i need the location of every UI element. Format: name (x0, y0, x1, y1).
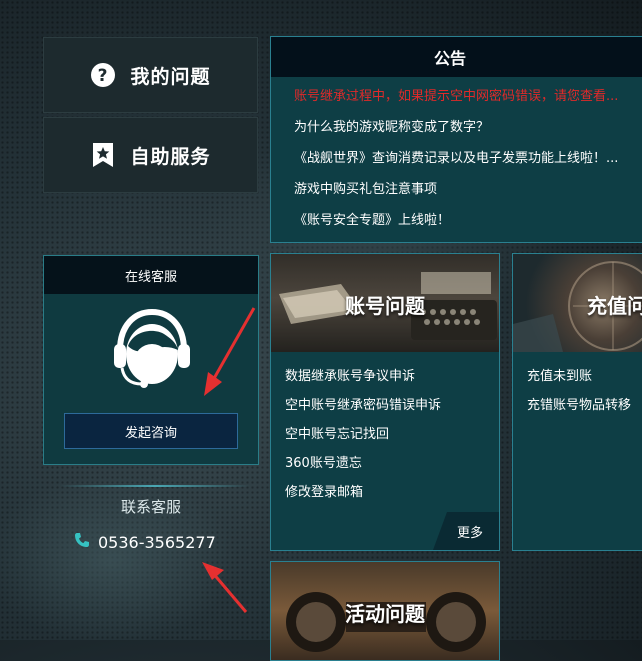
self-service-button[interactable]: 自助服务 (43, 117, 258, 193)
account-link[interactable]: 空中账号继承密码错误申诉 (285, 391, 441, 420)
activity-issues-card: 活动问题 (270, 561, 500, 661)
account-link[interactable]: 数据继承账号争议申诉 (285, 362, 441, 391)
account-issues-title[interactable]: 账号问题 (345, 290, 425, 319)
divider (60, 485, 250, 487)
announcement-item[interactable]: 游戏中购买礼包注意事项 (294, 174, 642, 205)
red-arrow-icon (202, 562, 248, 613)
announcement-item[interactable]: 账号继承过程中，如果提示空中网密码错误，请您查看... (294, 81, 642, 112)
recharge-link[interactable]: 充值未到账 (527, 362, 631, 391)
announcement-title: 公告 (271, 37, 642, 77)
account-link[interactable]: 修改登录邮箱 (285, 478, 441, 507)
headset-agent-icon (110, 306, 194, 396)
phone-icon (74, 532, 90, 552)
recharge-issues-title[interactable]: 充值问 (587, 290, 642, 319)
question-icon: ? (90, 62, 116, 88)
announcement-panel: 公告 账号继承过程中，如果提示空中网密码错误，请您查看... 为什么我的游戏昵称… (270, 36, 642, 243)
recharge-issues-card: 充值问 充值未到账 充错账号物品转移 (512, 253, 642, 551)
red-arrow-icon (204, 307, 256, 396)
bookmark-star-icon (90, 142, 116, 168)
announcement-item[interactable]: 为什么我的游戏昵称变成了数字？ (294, 112, 642, 143)
my-questions-label: 我的问题 (130, 65, 211, 88)
my-questions-button[interactable]: ? 我的问题 (43, 37, 258, 113)
account-issues-card: 账号问题 数据继承账号争议申诉 空中账号继承密码错误申诉 空中账号忘记找回 36… (270, 253, 500, 551)
svg-text:?: ? (98, 66, 109, 86)
phone-line: 0536-3565277 (74, 532, 216, 552)
contact-title: 联系客服 (120, 498, 181, 516)
activity-issues-title[interactable]: 活动问题 (345, 598, 425, 627)
phone-number: 0536-3565277 (98, 532, 216, 552)
account-link[interactable]: 360账号遗忘 (285, 449, 441, 478)
more-button[interactable]: 更多 (433, 512, 499, 550)
announcement-item[interactable]: 《战舰世界》查询消费记录以及电子发票功能上线啦！... (294, 143, 642, 174)
recharge-link[interactable]: 充错账号物品转移 (527, 391, 631, 420)
announcement-item[interactable]: 《账号安全专题》上线啦！ (294, 205, 642, 236)
start-consultation-button[interactable]: 发起咨询 (64, 413, 238, 449)
online-service-title: 在线客服 (44, 256, 258, 294)
account-link[interactable]: 空中账号忘记找回 (285, 420, 441, 449)
self-service-label: 自助服务 (130, 145, 211, 168)
